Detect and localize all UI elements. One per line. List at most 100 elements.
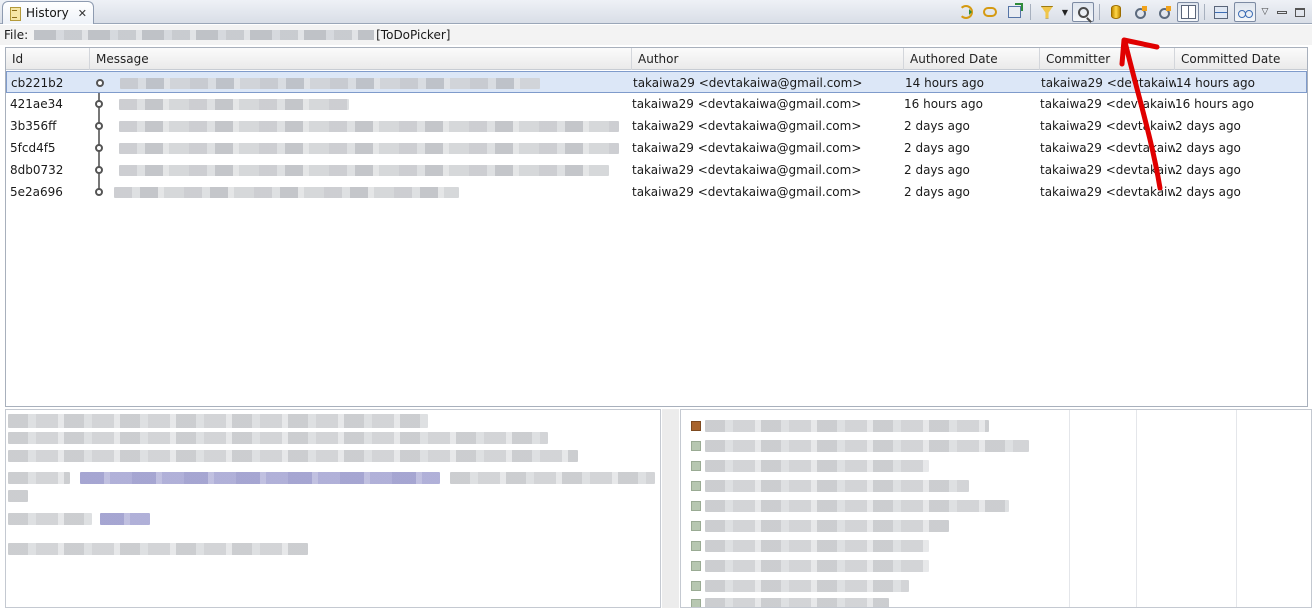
tag-icon [1133, 6, 1147, 19]
commit-id: 421ae34 [10, 97, 63, 111]
committer: takaiwa29 <devtakaiw [1040, 119, 1175, 133]
authored-date: 2 days ago [904, 185, 970, 199]
authored-date: 2 days ago [904, 141, 970, 155]
link-icon [983, 7, 997, 17]
repository-button[interactable] [1105, 2, 1127, 22]
file-entry-blurred[interactable] [705, 580, 909, 592]
layout-button[interactable] [1210, 2, 1232, 22]
authored-date: 2 days ago [904, 119, 970, 133]
column-header-committer[interactable]: Committer [1040, 48, 1175, 70]
file-entry-blurred[interactable] [705, 520, 949, 532]
details-link-blurred[interactable] [80, 472, 440, 484]
column-header-message[interactable]: Message [90, 48, 632, 70]
column-header-committed-date[interactable]: Committed Date [1175, 48, 1309, 70]
commit-author: takaiwa29 <devtakaiwa@gmail.com> [632, 185, 862, 199]
file-entry-blurred[interactable] [705, 560, 929, 572]
table-row[interactable]: 421ae34 takaiwa29 <devtakaiwa@gmail.com>… [6, 93, 1307, 115]
history-icon [9, 6, 21, 21]
file-entry-blurred[interactable] [705, 540, 929, 552]
commit-message-blurred [119, 165, 609, 176]
toolbar-separator [1204, 4, 1205, 20]
search-icon [1077, 6, 1089, 18]
column-divider [1069, 410, 1070, 607]
minimize-icon [1277, 10, 1287, 14]
file-entry-blurred[interactable] [705, 480, 969, 492]
table-row[interactable]: 5fcd4f5 takaiwa29 <devtakaiwa@gmail.com>… [6, 137, 1307, 159]
file-entry-blurred[interactable] [705, 598, 889, 607]
file-label: File: [4, 28, 29, 42]
commit-author: takaiwa29 <devtakaiwa@gmail.com> [633, 76, 863, 90]
committed-date: 2 days ago [1175, 163, 1241, 177]
export-button[interactable] [1003, 2, 1025, 22]
commit-node-icon [95, 100, 103, 108]
toolbar-separator [1099, 4, 1100, 20]
committed-date: 14 hours ago [1176, 76, 1255, 90]
maximize-icon [1295, 7, 1305, 17]
link-button[interactable] [979, 2, 1001, 22]
commit-node-icon [96, 79, 104, 87]
table-header: Id Message Author Authored Date Committe… [6, 48, 1307, 70]
details-line-blurred [8, 414, 428, 428]
file-entry-blurred[interactable] [705, 460, 929, 472]
column-divider [1236, 410, 1237, 607]
sync-button[interactable] [955, 2, 977, 22]
committer: takaiwa29 <devtakaiw [1040, 97, 1175, 111]
search-button[interactable] [1072, 2, 1094, 22]
file-path-bar: File: [ToDoPicker] [0, 25, 1312, 45]
show-all-button[interactable] [1234, 2, 1256, 22]
close-icon[interactable]: ✕ [78, 7, 87, 20]
minimize-button[interactable] [1274, 2, 1290, 22]
authored-date: 16 hours ago [904, 97, 983, 111]
filter-button[interactable] [1036, 2, 1058, 22]
file-icon [691, 441, 701, 451]
table-row[interactable]: 5e2a696 takaiwa29 <devtakaiwa@gmail.com>… [6, 181, 1307, 203]
repository-icon [1111, 5, 1121, 19]
commit-author: takaiwa29 <devtakaiwa@gmail.com> [632, 119, 862, 133]
compare-mode-button[interactable] [1177, 2, 1199, 22]
file-icon [691, 421, 701, 431]
pane-divider[interactable] [662, 409, 679, 608]
details-link-blurred[interactable] [100, 513, 150, 525]
commit-node-icon [95, 122, 103, 130]
commit-details-pane[interactable] [5, 409, 661, 608]
file-icon [691, 521, 701, 531]
commit-author: takaiwa29 <devtakaiwa@gmail.com> [632, 163, 862, 177]
view-menu-button[interactable]: ▽ [1258, 2, 1272, 22]
commit-id: 5fcd4f5 [10, 141, 56, 155]
commit-id: 3b356ff [10, 119, 57, 133]
filter-dropdown-button[interactable]: ▼ [1060, 2, 1070, 22]
history-tab-label: History [26, 6, 69, 20]
layout-icon [1214, 5, 1228, 19]
file-entry-blurred[interactable] [705, 440, 1029, 452]
history-tab[interactable]: History ✕ [2, 1, 94, 24]
committer: takaiwa29 <devtakaiw [1041, 76, 1176, 90]
show-all-icon [1237, 6, 1253, 19]
committer: takaiwa29 <devtakaiw [1040, 163, 1175, 177]
file-entry-blurred[interactable] [705, 420, 989, 432]
branch-tag-button[interactable] [1153, 2, 1175, 22]
column-header-id[interactable]: Id [6, 48, 90, 70]
committed-date: 2 days ago [1175, 185, 1241, 199]
column-header-author[interactable]: Author [632, 48, 904, 70]
maximize-button[interactable] [1292, 2, 1308, 22]
file-entry-blurred[interactable] [705, 500, 1009, 512]
table-row[interactable]: 3b356ff takaiwa29 <devtakaiwa@gmail.com>… [6, 115, 1307, 137]
commit-node-icon [95, 166, 103, 174]
committed-date: 2 days ago [1175, 119, 1241, 133]
view-toolbar: ▼ ▽ [955, 2, 1308, 22]
details-line-blurred [8, 472, 70, 484]
file-path-blurred [34, 30, 375, 40]
file-icon [691, 581, 701, 591]
commit-message-blurred [114, 187, 459, 198]
changed-files-pane[interactable] [680, 409, 1312, 608]
column-header-authored-date[interactable]: Authored Date [904, 48, 1040, 70]
filter-icon [1040, 5, 1054, 19]
commit-id: 5e2a696 [10, 185, 63, 199]
file-icon [691, 599, 701, 607]
table-row[interactable]: cb221b2 takaiwa29 <devtakaiwa@gmail.com>… [6, 71, 1307, 93]
project-name: [ToDoPicker] [376, 28, 451, 42]
table-row[interactable]: 8db0732 takaiwa29 <devtakaiwa@gmail.com>… [6, 159, 1307, 181]
commit-id: cb221b2 [11, 76, 64, 90]
tag-button[interactable] [1129, 2, 1151, 22]
commit-node-icon [95, 144, 103, 152]
